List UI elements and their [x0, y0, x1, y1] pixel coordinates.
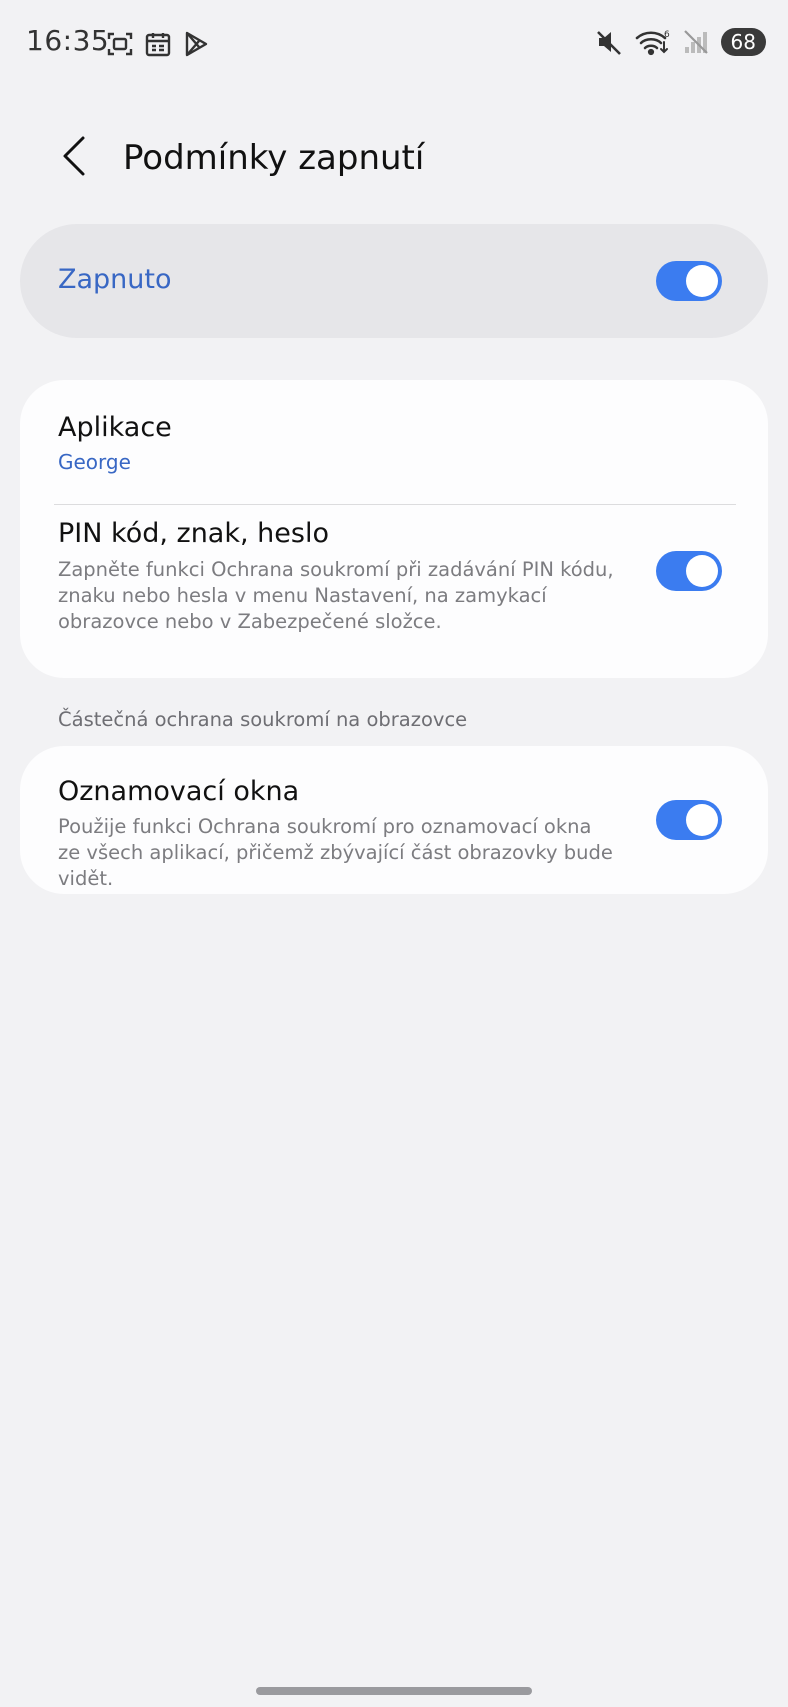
status-bar: 16:35 6 68	[0, 0, 788, 90]
master-switch-row[interactable]: Zapnuto	[20, 224, 768, 338]
notifications-setting-description: Použije funkci Ochrana soukromí pro ozna…	[58, 815, 613, 890]
conditions-card: Aplikace George PIN kód, znak, heslo Zap…	[20, 380, 768, 678]
page-title: Podmínky zapnutí	[123, 138, 425, 178]
pin-setting-description: Zapněte funkci Ochrana soukromí při zadá…	[58, 558, 614, 633]
play-store-icon	[182, 30, 210, 58]
pin-setting-title: PIN kód, znak, heslo	[58, 518, 329, 549]
svg-text:6: 6	[664, 30, 670, 40]
app-header: Podmínky zapnutí	[0, 120, 788, 200]
status-time: 16:35	[26, 24, 110, 57]
signal-icon	[683, 28, 709, 56]
back-button[interactable]	[48, 132, 100, 184]
notifications-setting-title: Oznamovací okna	[58, 776, 300, 807]
chevron-left-icon	[59, 134, 89, 182]
master-switch-label: Zapnuto	[58, 264, 172, 295]
toggle-knob	[686, 804, 718, 836]
master-switch-toggle[interactable]	[656, 261, 722, 301]
app-setting-row[interactable]: Aplikace George	[20, 380, 768, 504]
notifications-setting-toggle[interactable]	[656, 800, 722, 840]
toggle-knob	[686, 265, 718, 297]
mute-icon	[595, 28, 623, 56]
status-notification-icons	[106, 30, 210, 58]
app-setting-value: George	[58, 450, 131, 474]
status-system-icons: 6 68	[595, 28, 766, 56]
calendar-icon	[144, 30, 172, 58]
app-setting-title: Aplikace	[58, 412, 172, 443]
pin-setting-row[interactable]: PIN kód, znak, heslo Zapněte funkci Ochr…	[20, 505, 768, 678]
notifications-setting-row[interactable]: Oznamovací okna Použije funkci Ochrana s…	[20, 746, 768, 894]
pin-setting-toggle[interactable]	[656, 551, 722, 591]
wifi-icon: 6	[635, 28, 671, 56]
partial-protection-card: Oznamovací okna Použije funkci Ochrana s…	[20, 746, 768, 894]
home-indicator[interactable]	[256, 1687, 532, 1695]
toggle-knob	[686, 555, 718, 587]
screenshot-icon	[106, 30, 134, 58]
section-header: Částečná ochrana soukromí na obrazovce	[58, 708, 468, 731]
battery-indicator: 68	[720, 28, 766, 56]
